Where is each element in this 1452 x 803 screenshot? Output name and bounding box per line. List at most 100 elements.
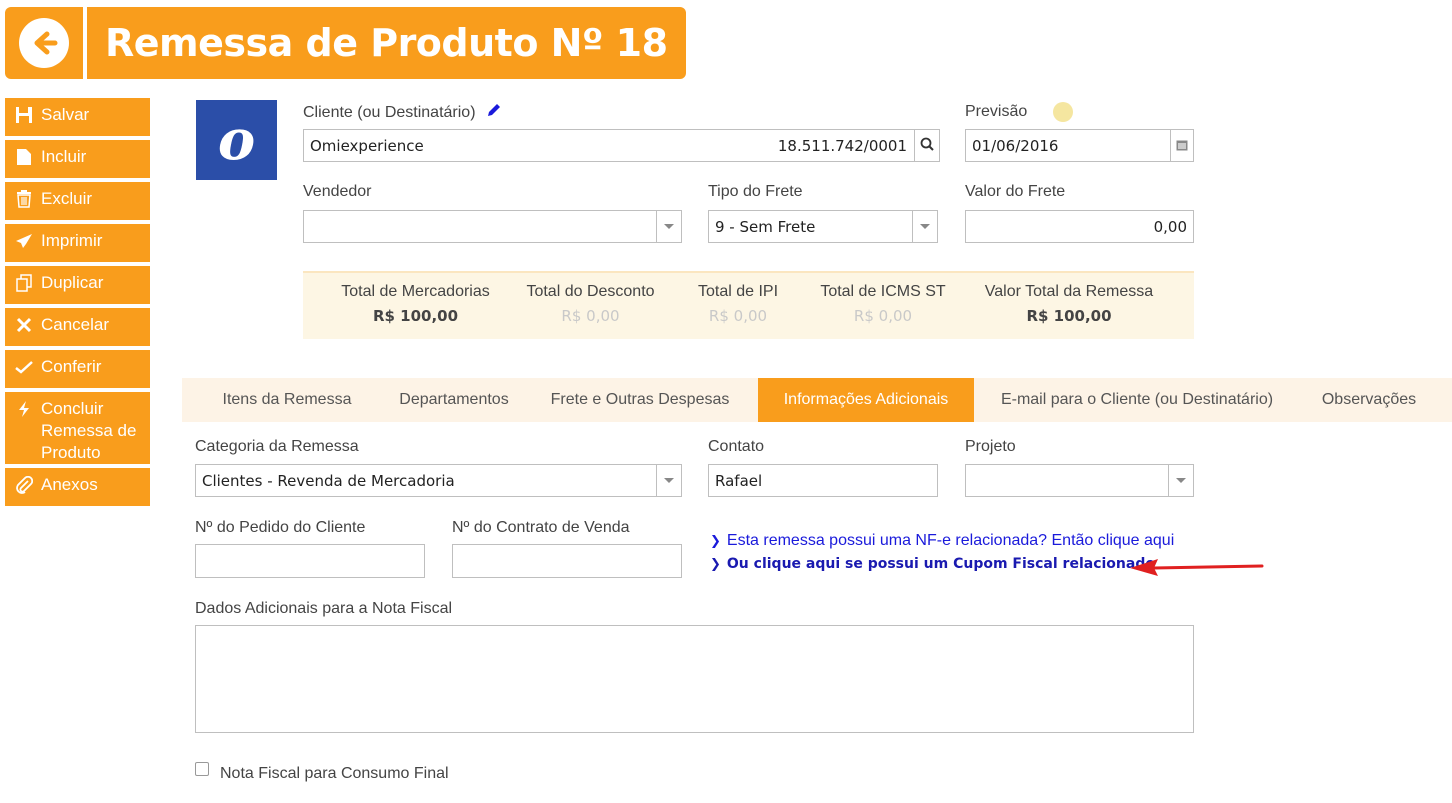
dados-textarea[interactable]	[195, 625, 1194, 733]
print-label: Imprimir	[41, 231, 103, 250]
cliente-field[interactable]: Omiexperience 18.511.742/0001	[303, 129, 940, 162]
tab-email-cliente[interactable]: E-mail para o Cliente (ou Destinatário)	[984, 378, 1290, 422]
check-label: Conferir	[41, 357, 102, 376]
check-button[interactable]: Conferir	[5, 350, 150, 388]
search-icon	[920, 137, 934, 155]
search-button[interactable]	[914, 129, 940, 162]
trash-icon	[13, 188, 35, 210]
back-button[interactable]	[5, 7, 83, 79]
previsao-field[interactable]: 01/06/2016	[965, 129, 1194, 162]
previsao-label-wrap: Previsão	[965, 102, 1074, 122]
conclude-button[interactable]: Concluir Remessa de Produto	[5, 392, 150, 464]
chevron-right-icon: ❯	[710, 533, 721, 548]
total-mercadorias-label: Total de Mercadorias	[341, 283, 490, 300]
chevron-down-icon	[920, 224, 930, 229]
page-title-box: Remessa de Produto Nº 18	[87, 7, 686, 79]
valor-frete-label: Valor do Frete	[965, 183, 1066, 200]
valor-total: Valor Total da Remessa R$ 100,00	[973, 283, 1165, 325]
total-icms-st: Total de ICMS ST R$ 0,00	[813, 283, 953, 325]
status-dot-icon	[1053, 102, 1074, 122]
cupom-link-text: Ou clique aqui se possui um Cupom Fiscal…	[726, 556, 1155, 572]
categoria-label: Categoria da Remessa	[195, 438, 359, 455]
duplicate-button[interactable]: Duplicar	[5, 266, 150, 304]
cancel-label: Cancelar	[41, 315, 110, 334]
valor-frete-field[interactable]: 0,00	[965, 210, 1194, 243]
tab-observacoes[interactable]: Observações	[1306, 378, 1432, 422]
totals-panel: Total de Mercadorias R$ 100,00 Total do …	[303, 271, 1194, 339]
tab-bar: Itens da Remessa Departamentos Frete e O…	[182, 378, 1452, 422]
chevron-down-icon	[1176, 478, 1186, 483]
pedido-field[interactable]	[195, 544, 425, 578]
tab-itens-remessa[interactable]: Itens da Remessa	[204, 378, 370, 422]
red-arrow-icon	[1130, 559, 1264, 576]
categoria-value: Clientes - Revenda de Mercadoria	[202, 471, 455, 490]
contato-label: Contato	[708, 438, 765, 455]
chevron-right-icon: ❯	[710, 556, 721, 572]
tipo-frete-label: Tipo do Frete	[708, 183, 803, 200]
vendedor-dropdown-button[interactable]	[656, 210, 682, 243]
nfe-link[interactable]: ❯ Esta remessa possui uma NF-e relaciona…	[710, 532, 1174, 550]
previsao-value: 01/06/2016	[972, 136, 1059, 155]
contrato-field[interactable]	[452, 544, 682, 578]
cliente-label-wrap: Cliente (ou Destinatário)	[303, 102, 502, 123]
valor-total-value: R$ 100,00	[1026, 307, 1112, 325]
projeto-dropdown-button[interactable]	[1168, 464, 1194, 497]
total-mercadorias-value: R$ 100,00	[372, 307, 459, 325]
file-icon	[13, 146, 35, 168]
back-arrow-icon	[19, 18, 69, 68]
tipo-frete-select[interactable]: 9 - Sem Frete	[708, 210, 938, 243]
total-ipi-label: Total de IPI	[697, 283, 779, 300]
valor-frete-value: 0,00	[1153, 217, 1187, 236]
tab-informacoes-adicionais[interactable]: Informações Adicionais	[758, 378, 974, 422]
add-button[interactable]: Incluir	[5, 140, 150, 178]
delete-button[interactable]: Excluir	[5, 182, 150, 220]
categoria-dropdown-button[interactable]	[656, 464, 682, 497]
categoria-select[interactable]: Clientes - Revenda de Mercadoria	[195, 464, 682, 497]
copy-icon	[13, 272, 35, 294]
dados-label: Dados Adicionais para a Nota Fiscal	[195, 600, 453, 617]
cliente-name: Omiexperience	[310, 136, 424, 155]
print-button[interactable]: Imprimir	[5, 224, 150, 262]
cancel-button[interactable]: Cancelar	[5, 308, 150, 346]
conclude-label: Concluir Remessa de Produto	[41, 399, 137, 462]
total-ipi-value: R$ 0,00	[708, 307, 768, 325]
save-button[interactable]: Salvar	[5, 98, 150, 136]
contato-field[interactable]: Rafael	[708, 464, 938, 497]
attachments-button[interactable]: Anexos	[5, 468, 150, 506]
chevron-down-icon	[664, 478, 674, 483]
client-logo: o	[196, 100, 277, 180]
total-icms-st-label: Total de ICMS ST	[820, 283, 946, 300]
bolt-icon	[13, 398, 35, 420]
cupom-link[interactable]: ❯ Ou clique aqui se possui um Cupom Fisc…	[710, 556, 1155, 572]
total-desconto-label: Total do Desconto	[526, 283, 655, 300]
pencil-icon[interactable]	[486, 102, 502, 123]
tab-departamentos[interactable]: Departamentos	[380, 378, 528, 422]
duplicate-label: Duplicar	[41, 273, 104, 292]
action-sidebar: Salvar Incluir Excluir Imprimir Duplicar…	[5, 98, 150, 510]
page-title: Remessa de Produto Nº 18	[105, 21, 668, 65]
projeto-label: Projeto	[965, 438, 1016, 455]
consumo-final-checkbox[interactable]	[195, 762, 209, 776]
pedido-label: Nº do Pedido do Cliente	[195, 519, 366, 536]
contato-value: Rafael	[715, 471, 763, 490]
tipo-frete-dropdown-button[interactable]	[912, 210, 938, 243]
chevron-down-icon	[664, 224, 674, 229]
projeto-select[interactable]	[965, 464, 1194, 497]
calendar-button[interactable]	[1170, 129, 1194, 162]
tab-frete-outras-despesas[interactable]: Frete e Outras Despesas	[540, 378, 740, 422]
add-label: Incluir	[41, 147, 87, 166]
page-header: Remessa de Produto Nº 18	[5, 7, 686, 79]
total-icms-st-value: R$ 0,00	[853, 307, 913, 325]
save-label: Salvar	[41, 105, 90, 124]
vendedor-label: Vendedor	[303, 183, 372, 200]
tipo-frete-value: 9 - Sem Frete	[715, 217, 816, 236]
cliente-label: Cliente (ou Destinatário)	[303, 103, 476, 121]
vendedor-select[interactable]	[303, 210, 682, 243]
previsao-label: Previsão	[965, 103, 1028, 120]
save-icon	[13, 104, 35, 126]
cliente-doc: 18.511.742/0001	[777, 136, 907, 155]
check-icon	[13, 356, 35, 378]
total-ipi: Total de IPI R$ 0,00	[683, 283, 793, 325]
paperclip-icon	[13, 474, 35, 496]
attachments-label: Anexos	[41, 475, 98, 494]
